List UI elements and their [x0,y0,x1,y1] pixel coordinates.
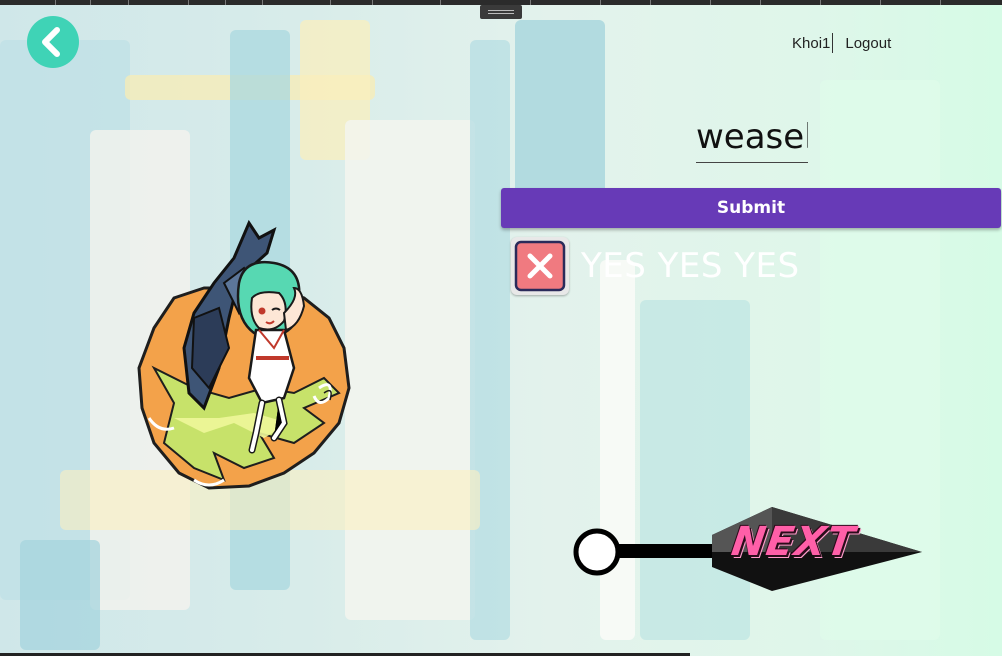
close-icon [514,240,566,292]
user-nav: Khoi1 Logout [792,33,891,53]
quiz-page: Khoi1 Logout Submit YES YES YES [0,0,1002,656]
result-feedback: YES YES YES [511,237,800,295]
background-stroke [345,120,475,620]
next-button[interactable]: NEXT [572,505,924,599]
chevron-left-icon [42,27,60,57]
result-status-icon [511,237,569,295]
drag-handle[interactable] [480,5,522,19]
submit-button[interactable]: Submit [501,188,1001,228]
result-text: YES YES YES [581,246,800,286]
answer-input[interactable] [696,112,808,163]
background-stroke [470,40,510,640]
username[interactable]: Khoi1 [792,35,830,52]
nav-separator [832,33,834,53]
logout-link[interactable]: Logout [845,35,891,52]
background-stroke [20,540,100,650]
next-label: NEXT [728,519,859,565]
back-button[interactable] [27,16,79,68]
character-image [134,218,356,498]
chibi-character-with-beetle-illustration [137,219,351,490]
